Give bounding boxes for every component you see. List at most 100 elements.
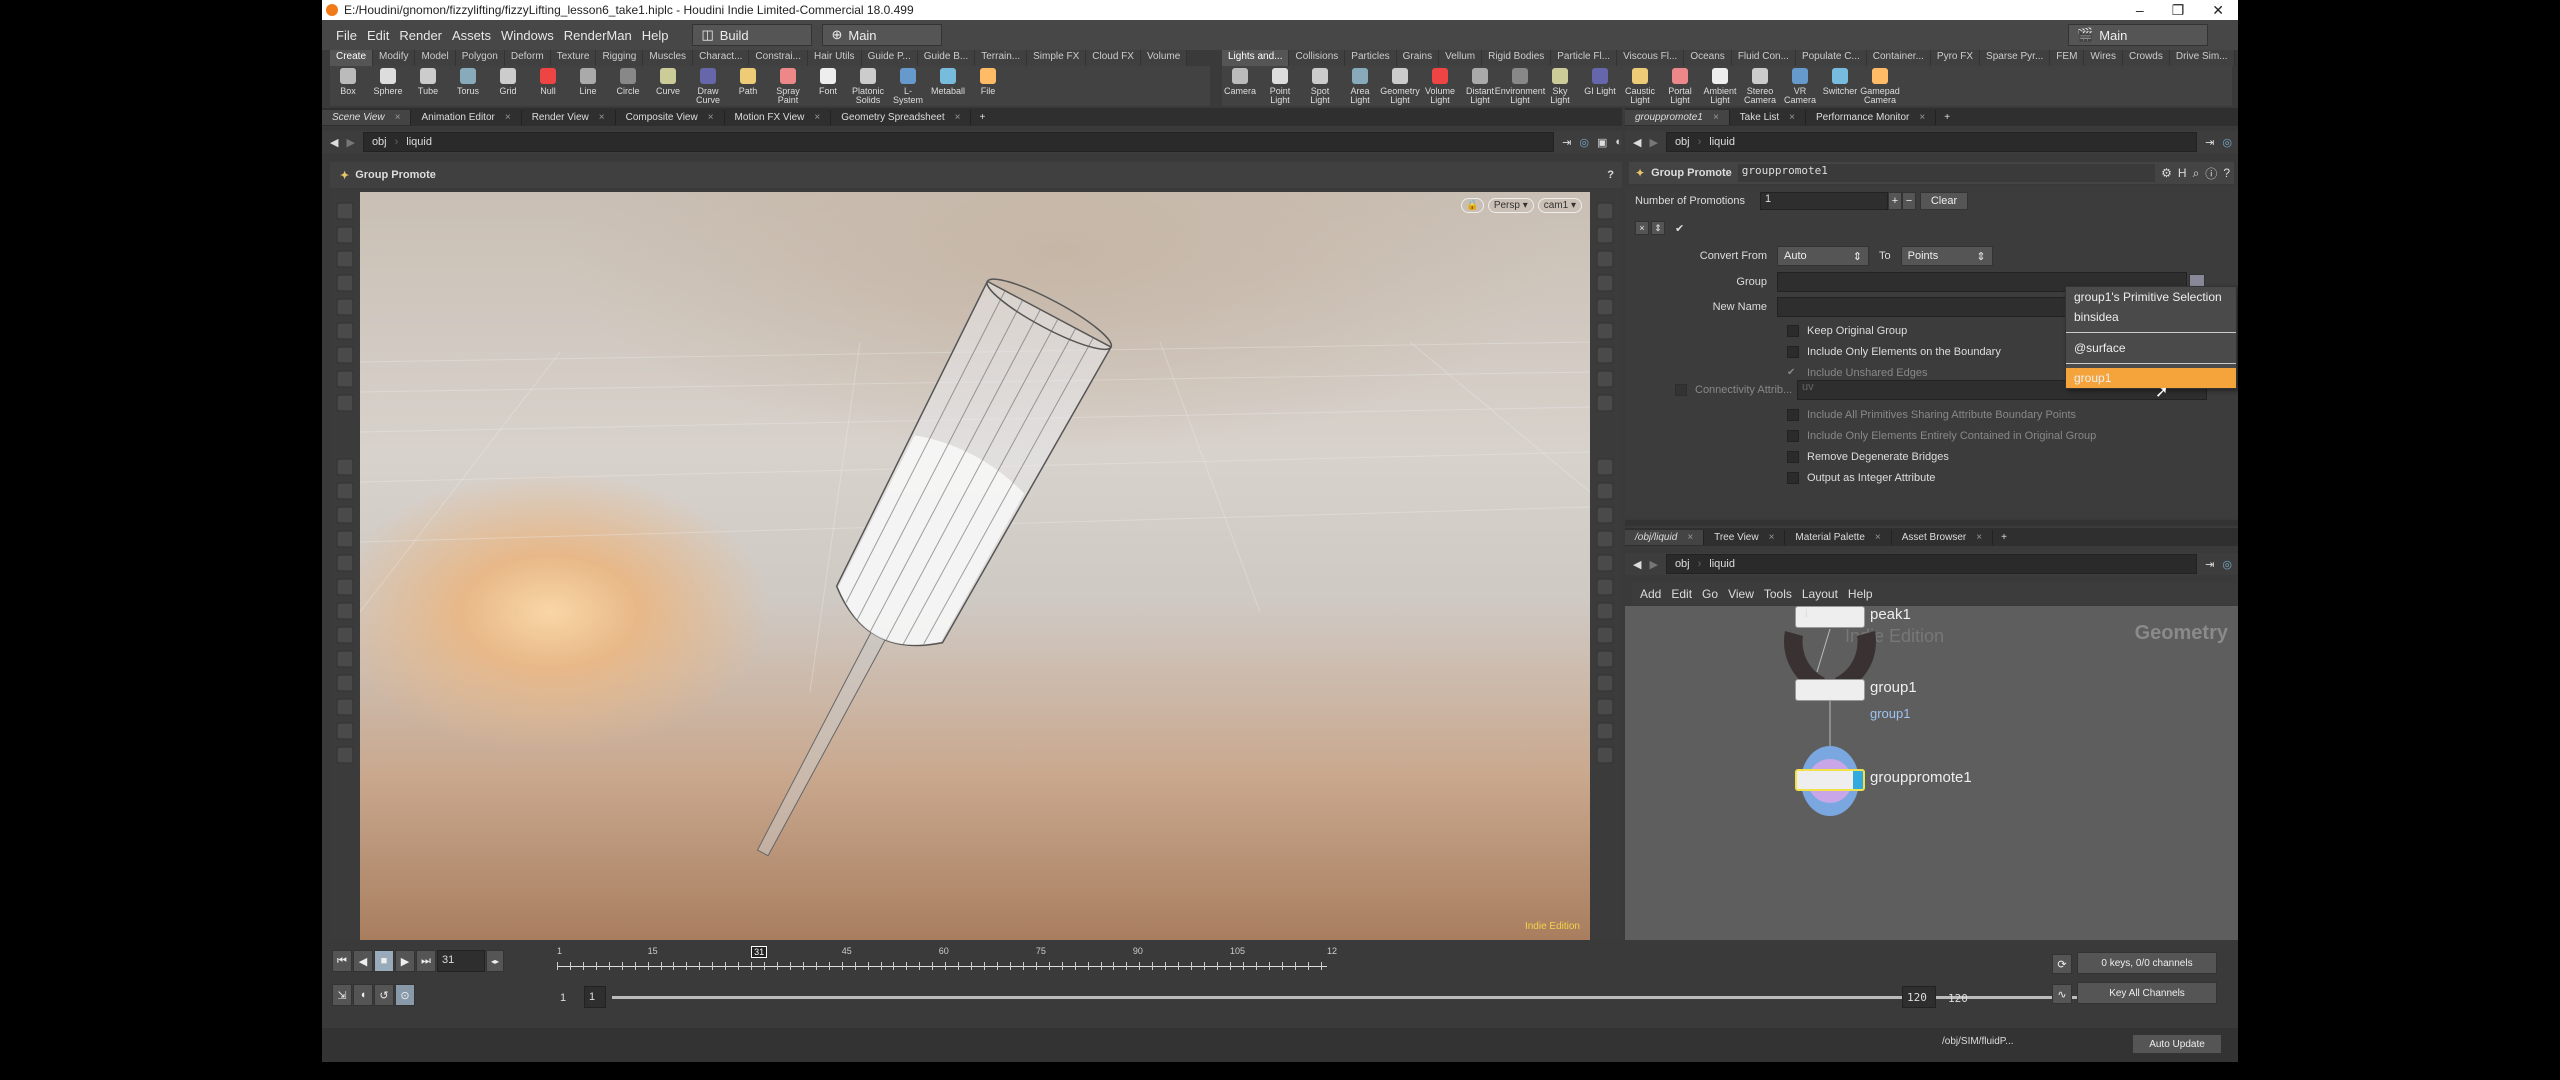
shelf-tab[interactable]: Volume	[1140, 50, 1188, 66]
close-tab-icon[interactable]: ×	[708, 112, 714, 123]
shelf-tool-draw-curve[interactable]: Draw Curve	[690, 66, 726, 105]
shelf-tool-spray-paint[interactable]: Spray Paint	[770, 66, 806, 105]
pane-tab[interactable]: Material Palette ×	[1785, 529, 1892, 545]
shelf-tab[interactable]: Viscous Fl...	[1617, 50, 1685, 66]
shelf-tab[interactable]: Constrai...	[749, 50, 808, 66]
viewport-tool-icon[interactable]	[1596, 322, 1614, 340]
shelf-tool-spot-light[interactable]: Spot Light	[1302, 66, 1338, 105]
shelf-tool-circle[interactable]: Circle	[610, 66, 646, 96]
viewport-tool-icon[interactable]	[1596, 346, 1614, 364]
shelf-tool-gamepad-camera[interactable]: Gamepad Camera	[1860, 66, 1900, 105]
lights-icon[interactable]: ◐	[1615, 136, 1622, 148]
connectivity-checkbox[interactable]	[1675, 384, 1687, 396]
shelf-tool-gi-light[interactable]: GI Light	[1582, 66, 1618, 96]
pane-tab[interactable]: Tree View ×	[1704, 529, 1786, 545]
back-icon[interactable]: ◀	[330, 136, 338, 149]
keys-icon[interactable]: ⟳	[2052, 954, 2072, 974]
add-promotion-button[interactable]: +	[1888, 192, 1902, 210]
shelf-tab[interactable]: Pyro FX	[1930, 50, 1981, 66]
shelf-tab[interactable]: Drive Sim...	[2169, 50, 2235, 66]
add-tab-icon[interactable]: +	[1944, 112, 1950, 123]
menu-windows[interactable]: Windows	[501, 28, 554, 43]
shelf-tool-sky-light[interactable]: Sky Light	[1542, 66, 1578, 105]
shelf-tab[interactable]: Charact...	[693, 50, 750, 66]
viewport-tool-icon[interactable]	[1596, 650, 1614, 668]
enable-checkbox[interactable]: ✔	[1675, 222, 1684, 235]
checkbox[interactable]	[1787, 429, 1799, 442]
shelf-tool-platonic-solids[interactable]: Platonic Solids	[850, 66, 886, 105]
shelf-tool-file[interactable]: File	[970, 66, 1006, 96]
shelf-tool-torus[interactable]: Torus	[450, 66, 486, 96]
jump-start-button[interactable]: ⏮	[332, 950, 352, 972]
network-menu-tools[interactable]: Tools	[1764, 587, 1792, 601]
update-mode-select[interactable]: Auto Update	[2132, 1034, 2222, 1054]
viewport-tool-icon[interactable]	[336, 322, 354, 340]
search-icon[interactable]: ⌕	[2193, 166, 2200, 181]
viewport-tool-icon[interactable]	[336, 346, 354, 364]
network-menu-go[interactable]: Go	[1702, 587, 1718, 601]
path-obj[interactable]: obj	[1675, 558, 1690, 570]
shelf-tab[interactable]: Container...	[1866, 50, 1931, 66]
viewport-tool-icon[interactable]	[1596, 674, 1614, 692]
shelf-tool-tube[interactable]: Tube	[410, 66, 446, 96]
add-tab-icon[interactable]: +	[2001, 532, 2007, 543]
realtime-icon[interactable]: ⇲	[332, 984, 352, 1006]
key-all-channels-select[interactable]: Key All Channels	[2077, 982, 2217, 1004]
viewport-tool-icon[interactable]	[336, 370, 354, 388]
shelf-tool-geometry-light[interactable]: Geometry Light	[1380, 66, 1420, 105]
close-tab-icon[interactable]: ×	[599, 112, 605, 123]
viewport-tool-icon[interactable]	[1596, 298, 1614, 316]
checkbox-row[interactable]: Output as Integer Attribute	[1787, 467, 2096, 488]
close-tab-icon[interactable]: ×	[1919, 112, 1925, 123]
menu-item-group1[interactable]: group1	[2066, 368, 2236, 388]
network-menu-help[interactable]: Help	[1848, 587, 1873, 601]
checkbox-row[interactable]: Keep Original Group	[1787, 320, 2001, 341]
persp-button[interactable]: Persp ▾	[1487, 198, 1534, 213]
checkbox[interactable]	[1787, 324, 1799, 337]
shelf-tool-grid[interactable]: Grid	[490, 66, 526, 96]
timeline-ruler[interactable]: 1 15 31 45 60 75 90 105 12	[557, 944, 1337, 974]
shelf-tab[interactable]: Populate C...	[1795, 50, 1867, 66]
range-end-field[interactable]: 120	[1902, 986, 1936, 1008]
shelf-tool-caustic-light[interactable]: Caustic Light	[1622, 66, 1658, 105]
forward-icon[interactable]: ▶	[1649, 558, 1657, 571]
shelf-tab[interactable]: Modify	[373, 50, 416, 66]
viewport-tool-icon[interactable]	[336, 458, 354, 476]
viewport-tool-icon[interactable]	[1596, 554, 1614, 572]
shelf-tab[interactable]: Particles	[1345, 50, 1397, 66]
viewport-tool-icon[interactable]	[336, 698, 354, 716]
back-icon[interactable]: ◀	[1633, 558, 1641, 571]
shelf-tab[interactable]: Deform	[504, 50, 551, 66]
node-group1[interactable]	[1795, 679, 1865, 701]
hda-icon[interactable]: H	[2178, 166, 2187, 180]
viewport-tool-icon[interactable]	[336, 274, 354, 292]
checkbox-row[interactable]: Remove Degenerate Bridges	[1787, 446, 2096, 467]
close-tab-icon[interactable]: ×	[1687, 532, 1693, 543]
shelf-tab[interactable]: Create	[330, 50, 374, 66]
start-frame[interactable]: 1	[560, 992, 566, 1004]
close-button[interactable]: ✕	[2212, 2, 2224, 19]
shelf-tool-distant-light[interactable]: Distant Light	[1462, 66, 1498, 105]
shelf-tool-portal-light[interactable]: Portal Light	[1662, 66, 1698, 105]
menu-assets[interactable]: Assets	[452, 28, 491, 43]
pane-tab[interactable]: Animation Editor ×	[411, 109, 522, 125]
jump-end-button[interactable]: ⏭	[416, 950, 436, 972]
shelf-tab[interactable]: Rigging	[596, 50, 644, 66]
viewport-tool-icon[interactable]	[336, 578, 354, 596]
close-tab-icon[interactable]: ×	[1976, 532, 1982, 543]
viewport-tool-icon[interactable]	[1596, 746, 1614, 764]
shelf-tab[interactable]: Sparse Pyr...	[1980, 50, 2051, 66]
pane-tab[interactable]: Geometry Spreadsheet ×	[831, 109, 972, 125]
viewport-tool-icon[interactable]	[336, 482, 354, 500]
keys-status[interactable]: 0 keys, 0/0 channels	[2077, 952, 2217, 974]
shelf-tool-area-light[interactable]: Area Light	[1342, 66, 1378, 105]
close-tab-icon[interactable]: ×	[1875, 532, 1881, 543]
shelf-tab[interactable]: FEM	[2050, 50, 2085, 66]
shelf-tab[interactable]: Polygon	[455, 50, 505, 66]
node-grouppromote1[interactable]	[1795, 769, 1865, 791]
current-frame-field[interactable]: 31	[437, 950, 485, 972]
viewport-tool-icon[interactable]	[1596, 482, 1614, 500]
shelf-tab[interactable]: Wires	[2084, 50, 2123, 66]
stop-button[interactable]: ■	[374, 950, 394, 972]
info-icon[interactable]: i	[1805, 606, 1808, 620]
